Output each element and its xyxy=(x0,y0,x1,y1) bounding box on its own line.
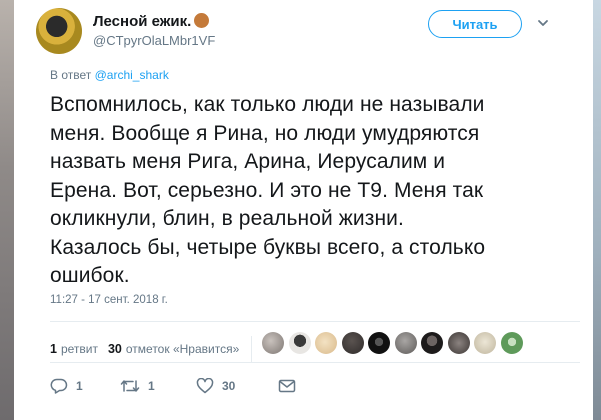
tweet-text-line: ошибок. xyxy=(50,264,130,287)
likes-label: отметок «Нравится» xyxy=(125,342,240,356)
tweet-stats: 1 ретвит 30 отметок «Нравится» xyxy=(50,336,258,362)
like-action[interactable]: 30 xyxy=(196,378,266,394)
chevron-down-icon[interactable] xyxy=(536,16,550,30)
tweet-text: Вспомнилось, как только люди не называли… xyxy=(50,91,570,291)
liker-avatar[interactable] xyxy=(447,332,470,354)
tweet-timestamp[interactable]: 11:27 - 17 сент. 2018 г. xyxy=(50,294,168,306)
user-name-row[interactable]: Лесной ежик. xyxy=(93,13,210,30)
liker-avatar[interactable] xyxy=(474,332,496,354)
liker-avatar[interactable] xyxy=(421,332,443,354)
tweet-text-line: Казалось бы, четыре буквы всего, а столь… xyxy=(50,235,486,259)
liker-avatar[interactable] xyxy=(288,332,311,354)
reply-prefix: В ответ xyxy=(50,68,92,82)
liker-avatar[interactable] xyxy=(315,332,337,354)
tweet-actions: 1 1 30 xyxy=(50,378,296,394)
reply-count: 1 xyxy=(76,379,83,393)
tweet-text-line: назвать меня Рига, Арина, Иерусалим и xyxy=(50,150,446,173)
user-name[interactable]: Лесной ежик. xyxy=(93,13,191,30)
liker-avatar[interactable] xyxy=(394,332,417,354)
background-right-edge xyxy=(593,0,601,420)
likers-avatars xyxy=(262,332,527,354)
liker-avatar[interactable] xyxy=(262,332,284,354)
tweet-text-line: меня. Вообще я Рина, но люди умудряются xyxy=(50,121,480,145)
envelope-icon xyxy=(278,379,296,393)
reply-to-link[interactable]: @archi_shark xyxy=(95,68,169,82)
retweets-stat[interactable]: 1 ретвит xyxy=(50,342,98,356)
retweet-count: 1 xyxy=(148,379,155,393)
liker-avatar[interactable] xyxy=(500,332,523,354)
divider-bottom xyxy=(50,362,580,363)
likes-count: 30 xyxy=(107,342,122,356)
follow-button[interactable]: Читать xyxy=(428,10,522,38)
retweet-action[interactable]: 1 xyxy=(120,378,196,394)
reply-icon xyxy=(50,378,68,394)
retweet-icon xyxy=(120,380,140,392)
background-left-edge xyxy=(0,0,14,420)
likes-stat[interactable]: 30 отметок «Нравится» xyxy=(108,342,239,356)
divider-top xyxy=(50,321,580,322)
liker-avatar[interactable] xyxy=(341,332,364,354)
avatar[interactable] xyxy=(36,8,82,54)
retweets-count: 1 xyxy=(50,342,57,356)
hedgehog-emoji-icon xyxy=(194,13,210,28)
tweet-text-line: Ерена. Вот, серьезно. И это не Т9. Меня … xyxy=(50,178,484,202)
tweet-text-line: Вспомнилось, как только люди не называли xyxy=(50,93,485,116)
stats-separator xyxy=(251,336,253,362)
heart-icon xyxy=(196,378,214,394)
reply-context: В ответ @archi_shark xyxy=(50,68,169,82)
user-handle[interactable]: @CTpyrOlaLMbr1VF xyxy=(93,33,215,48)
liker-avatar[interactable] xyxy=(368,332,390,354)
retweets-label: ретвит xyxy=(60,342,98,356)
like-count: 30 xyxy=(222,379,236,393)
direct-message-action[interactable] xyxy=(278,378,296,394)
tweet-text-line: окликнули, блин, в реальной жизни. xyxy=(50,207,404,230)
reply-action[interactable]: 1 xyxy=(50,378,120,394)
